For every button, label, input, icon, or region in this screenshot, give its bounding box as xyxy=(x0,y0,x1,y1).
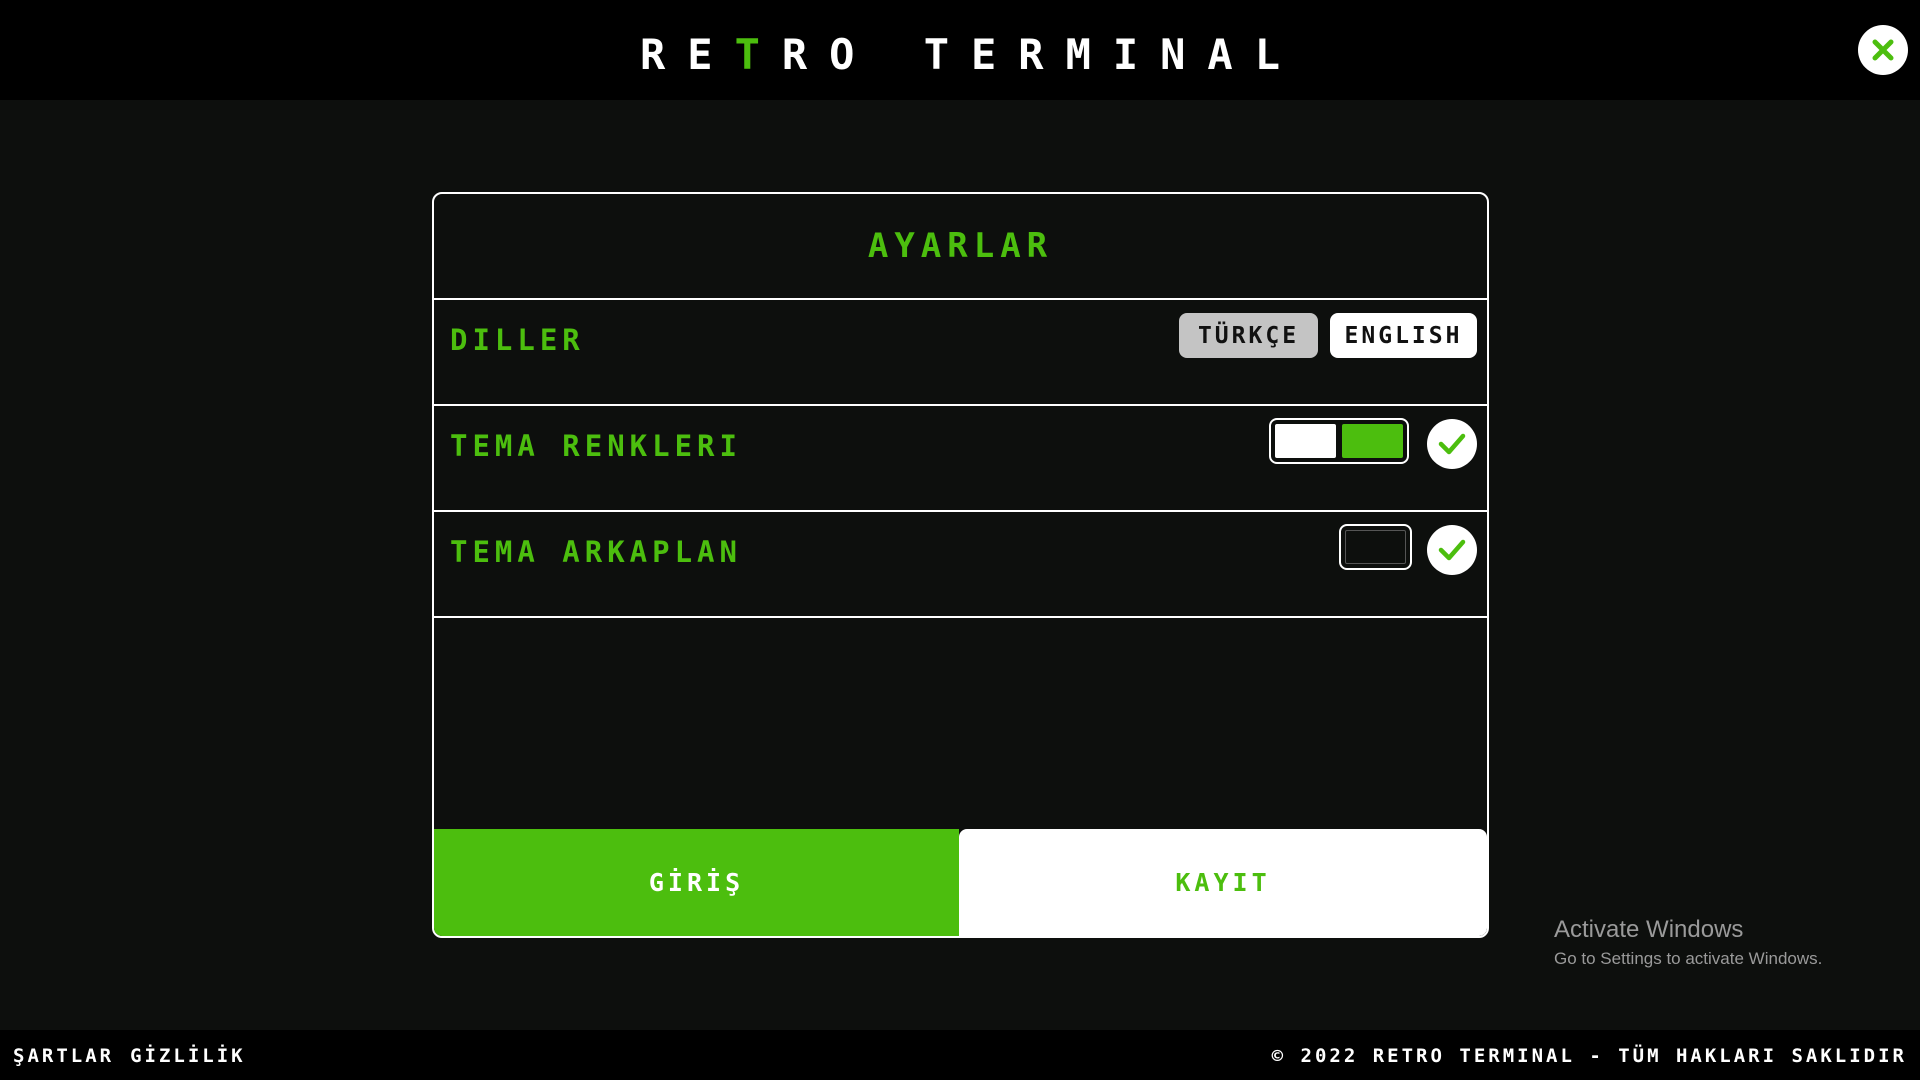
swatch-white[interactable] xyxy=(1275,424,1336,458)
footer-bar: ŞARTLAR GİZLİLİK © 2022 RETRO TERMINAL -… xyxy=(0,1030,1920,1080)
check-icon xyxy=(1438,433,1466,455)
close-button[interactable] xyxy=(1858,25,1908,75)
settings-title: AYARLAR xyxy=(434,194,1487,300)
languages-label: DILLER xyxy=(450,323,585,357)
copyright-text: © 2022 RETRO TERMINAL - TÜM HAKLARI SAKL… xyxy=(1271,1045,1907,1067)
swatch-dark[interactable] xyxy=(1345,530,1406,564)
terms-link[interactable]: ŞARTLAR xyxy=(13,1044,114,1068)
theme-color-swatches[interactable] xyxy=(1269,418,1409,464)
settings-panel: AYARLAR DILLER TÜRKÇE ENGLISH TEMA RENKL… xyxy=(432,192,1489,938)
top-bar: RETRO TERMINAL xyxy=(0,0,1920,100)
confirm-theme-colors-button[interactable] xyxy=(1427,419,1477,469)
confirm-theme-background-button[interactable] xyxy=(1427,525,1477,575)
privacy-link[interactable]: GİZLİLİK xyxy=(130,1044,246,1068)
activate-windows-watermark: Activate Windows Go to Settings to activ… xyxy=(1554,915,1822,971)
language-english-button[interactable]: ENGLISH xyxy=(1330,313,1477,358)
swatch-green[interactable] xyxy=(1342,424,1403,458)
app-title-part-2: RO TERMINAL xyxy=(781,30,1303,79)
watermark-subtitle: Go to Settings to activate Windows. xyxy=(1554,949,1823,968)
languages-row: DILLER TÜRKÇE ENGLISH xyxy=(434,300,1487,406)
theme-background-swatches[interactable] xyxy=(1339,524,1412,570)
theme-colors-label: TEMA RENKLERI xyxy=(450,429,742,463)
close-icon xyxy=(1872,39,1894,61)
check-icon xyxy=(1438,539,1466,561)
app-title: RETRO TERMINAL xyxy=(0,30,1920,80)
theme-colors-row: TEMA RENKLERI xyxy=(434,406,1487,512)
app-title-part-1: RE xyxy=(639,30,735,79)
register-button[interactable]: KAYIT xyxy=(959,829,1487,936)
app-title-accent: T xyxy=(734,30,782,79)
auth-actions: GİRİŞ KAYIT xyxy=(434,829,1487,936)
theme-background-label: TEMA ARKAPLAN xyxy=(450,535,742,569)
language-turkish-button[interactable]: TÜRKÇE xyxy=(1179,313,1318,358)
login-button[interactable]: GİRİŞ xyxy=(434,829,959,936)
watermark-title: Activate Windows xyxy=(1554,916,1744,943)
footer-links: ŞARTLAR GİZLİLİK xyxy=(13,1044,246,1068)
theme-background-row: TEMA ARKAPLAN xyxy=(434,512,1487,618)
